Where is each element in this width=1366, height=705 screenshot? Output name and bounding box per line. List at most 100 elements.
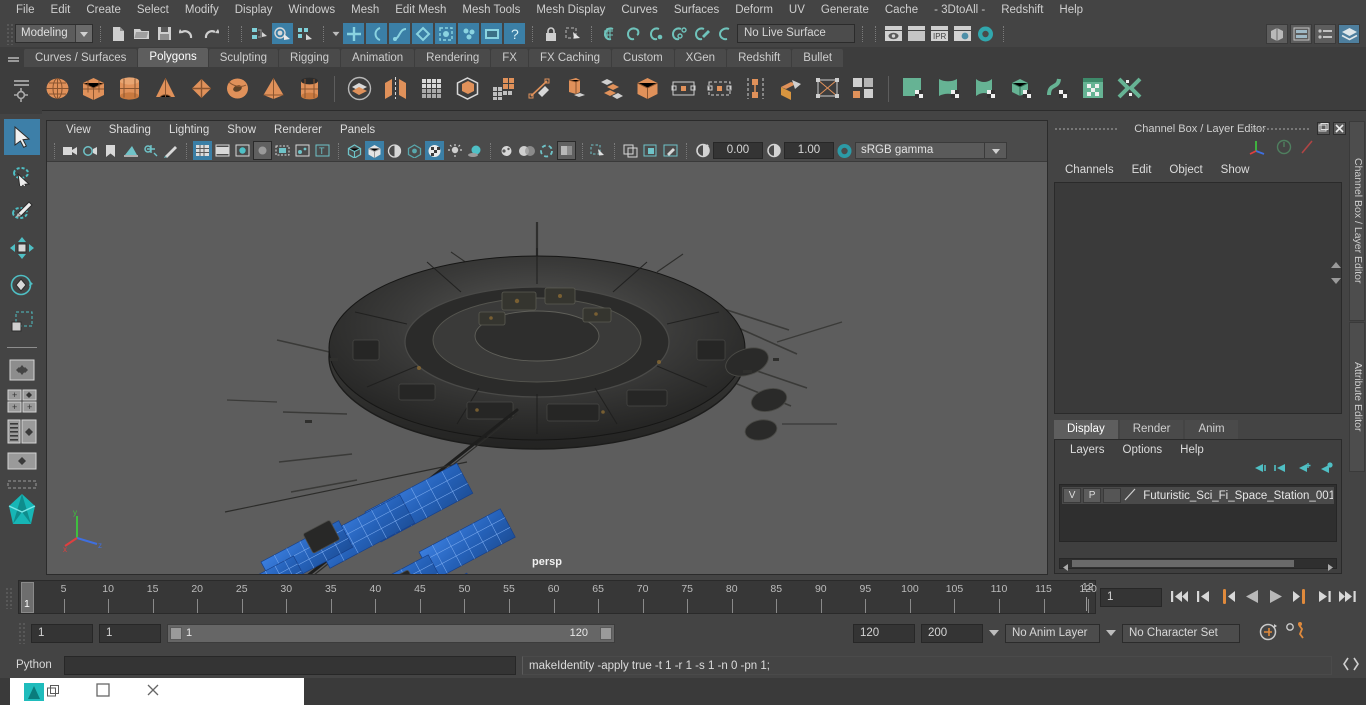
- safe-action-icon[interactable]: [273, 141, 292, 160]
- menu-item-create[interactable]: Create: [78, 0, 129, 20]
- redo-render-icon[interactable]: [906, 23, 927, 44]
- bridge-icon[interactable]: [632, 73, 663, 104]
- snap-to-view-plane-icon[interactable]: [691, 23, 712, 44]
- gear-icon[interactable]: [14, 87, 28, 105]
- viewport-menu-panels[interactable]: Panels: [331, 121, 384, 140]
- animation-end-time-field[interactable]: 200: [921, 623, 983, 643]
- shelf-tab-fx[interactable]: FX: [491, 49, 528, 67]
- shelf-tab-xgen[interactable]: XGen: [674, 49, 727, 67]
- auto-keyframe-toggle-icon[interactable]: [1258, 622, 1279, 644]
- exposure-display-icon[interactable]: [293, 141, 312, 160]
- shelf-drag-handle[interactable]: [2, 49, 24, 67]
- layer-menu-options[interactable]: Options: [1114, 440, 1172, 460]
- smooth-preview-icon[interactable]: [452, 73, 483, 104]
- chevron-down-icon[interactable]: [985, 142, 1007, 159]
- uv-spherical-map-icon[interactable]: [970, 73, 1001, 104]
- channel-box-menu-object[interactable]: Object: [1160, 160, 1211, 180]
- move-layer-down-icon[interactable]: [1274, 462, 1289, 477]
- screen-space-ao-icon[interactable]: [497, 141, 516, 160]
- scale-tool-button[interactable]: [4, 304, 40, 340]
- play-backwards-button[interactable]: [1242, 586, 1261, 606]
- viewport-menu-show[interactable]: Show: [218, 121, 265, 140]
- shelf-tab-curves-surfaces[interactable]: Curves / Surfaces: [24, 49, 138, 67]
- toggle-tool-settings-button[interactable]: [1314, 23, 1336, 44]
- viewport-3d-canvas[interactable]: y z x persp: [47, 162, 1047, 574]
- range-slider-drag-handle[interactable]: [18, 622, 25, 644]
- undock-panel-button[interactable]: [1317, 122, 1330, 135]
- textured-shading-icon[interactable]: [425, 141, 444, 160]
- resolution-gate-icon[interactable]: [233, 141, 252, 160]
- polygon-torus-icon[interactable]: [222, 73, 253, 104]
- gamma-value-field[interactable]: 1.00: [784, 142, 834, 159]
- layout-hypershade-persp-button[interactable]: [3, 448, 41, 478]
- menu-item-display[interactable]: Display: [227, 0, 281, 20]
- playback-start-time-field[interactable]: 1: [99, 623, 161, 643]
- undo-button[interactable]: [177, 23, 198, 44]
- polygon-pyramid-icon[interactable]: [258, 73, 289, 104]
- shadows-icon[interactable]: [465, 141, 484, 160]
- menu-item-edit-mesh[interactable]: Edit Mesh: [387, 0, 454, 20]
- bookmark-icon[interactable]: [101, 141, 120, 160]
- snap-to-grid-icon[interactable]: [599, 23, 620, 44]
- motion-blur-icon[interactable]: [517, 141, 536, 160]
- new-layer-icon[interactable]: [1296, 462, 1311, 477]
- wireframe-shading-icon[interactable]: [345, 141, 364, 160]
- exposure-icon[interactable]: [693, 141, 712, 160]
- poke-face-icon[interactable]: [812, 73, 843, 104]
- channel-box-menu-show[interactable]: Show: [1212, 160, 1259, 180]
- layer-row[interactable]: V P Futuristic_Sci_Fi_Space_Station_001_…: [1062, 487, 1334, 504]
- command-language-label[interactable]: Python: [16, 659, 58, 671]
- layer-list[interactable]: V P Futuristic_Sci_Fi_Space_Station_001_…: [1059, 484, 1337, 542]
- scrollbar-thumb[interactable]: [1072, 560, 1294, 567]
- menu-item-generate[interactable]: Generate: [813, 0, 877, 20]
- color-space-selector[interactable]: sRGB gamma: [855, 142, 1007, 159]
- toggle-channel-box-button[interactable]: [1338, 23, 1360, 44]
- layer-playback-toggle[interactable]: P: [1083, 488, 1102, 503]
- close-panel-button[interactable]: [1333, 122, 1346, 135]
- shelf-tab-animation[interactable]: Animation: [341, 49, 415, 67]
- menu-item-uv[interactable]: UV: [781, 0, 813, 20]
- snap-to-point-icon[interactable]: [645, 23, 666, 44]
- select-mask-curves-icon[interactable]: [389, 23, 410, 44]
- select-by-hierarchy-icon[interactable]: [249, 23, 270, 44]
- lock-selection-icon[interactable]: [540, 23, 561, 44]
- menu-item-surfaces[interactable]: Surfaces: [666, 0, 727, 20]
- select-mask-dynamics-icon[interactable]: [458, 23, 479, 44]
- rotate-tool-button[interactable]: [4, 267, 40, 303]
- next-key-button[interactable]: [1290, 586, 1309, 606]
- select-mask-misc-icon[interactable]: ?: [504, 23, 525, 44]
- character-set-expand-icon[interactable]: [1106, 630, 1116, 636]
- layer-menu-layers[interactable]: Layers: [1061, 440, 1114, 460]
- redo-button[interactable]: [200, 23, 221, 44]
- gate-mask-icon[interactable]: [253, 141, 272, 160]
- select-mask-deformers-icon[interactable]: [435, 23, 456, 44]
- range-slider-bar[interactable]: 1 120: [167, 623, 615, 643]
- current-time-indicator[interactable]: 1: [21, 582, 34, 613]
- layer-shading-toggle[interactable]: [1103, 488, 1122, 503]
- select-mask-handle-icon[interactable]: [343, 23, 364, 44]
- toggle-modeling-toolkit-button[interactable]: [1266, 23, 1288, 44]
- viewport-menu-renderer[interactable]: Renderer: [265, 121, 331, 140]
- polygon-cube-icon[interactable]: [78, 73, 109, 104]
- uv-planar-map-icon[interactable]: [898, 73, 929, 104]
- reduce-icon[interactable]: [488, 73, 519, 104]
- live-surface-field[interactable]: No Live Surface: [737, 24, 855, 43]
- layout-four-view-button[interactable]: + + +: [3, 386, 41, 416]
- viewport-menu-shading[interactable]: Shading: [100, 121, 160, 140]
- anim-layer-selector[interactable]: No Anim Layer: [1005, 623, 1100, 643]
- shaded-wireframe-icon[interactable]: [385, 141, 404, 160]
- move-tool-button[interactable]: [4, 230, 40, 266]
- select-mask-rendering-icon[interactable]: [481, 23, 502, 44]
- save-scene-button[interactable]: [154, 23, 175, 44]
- use-default-lighting-icon[interactable]: [445, 141, 464, 160]
- select-tool-button[interactable]: [4, 119, 40, 155]
- go-to-start-button[interactable]: [1170, 586, 1189, 606]
- step-back-button[interactable]: [1194, 586, 1213, 606]
- extrude-icon[interactable]: [560, 73, 591, 104]
- uv-unfold-icon[interactable]: [1114, 73, 1145, 104]
- multi-cut-icon[interactable]: [524, 73, 555, 104]
- menu-item-redshift[interactable]: Redshift: [993, 0, 1051, 20]
- maya-taskbar-icon[interactable]: [24, 682, 60, 701]
- shelf-tab-redshift[interactable]: Redshift: [727, 49, 792, 67]
- make-live-icon[interactable]: [714, 23, 735, 44]
